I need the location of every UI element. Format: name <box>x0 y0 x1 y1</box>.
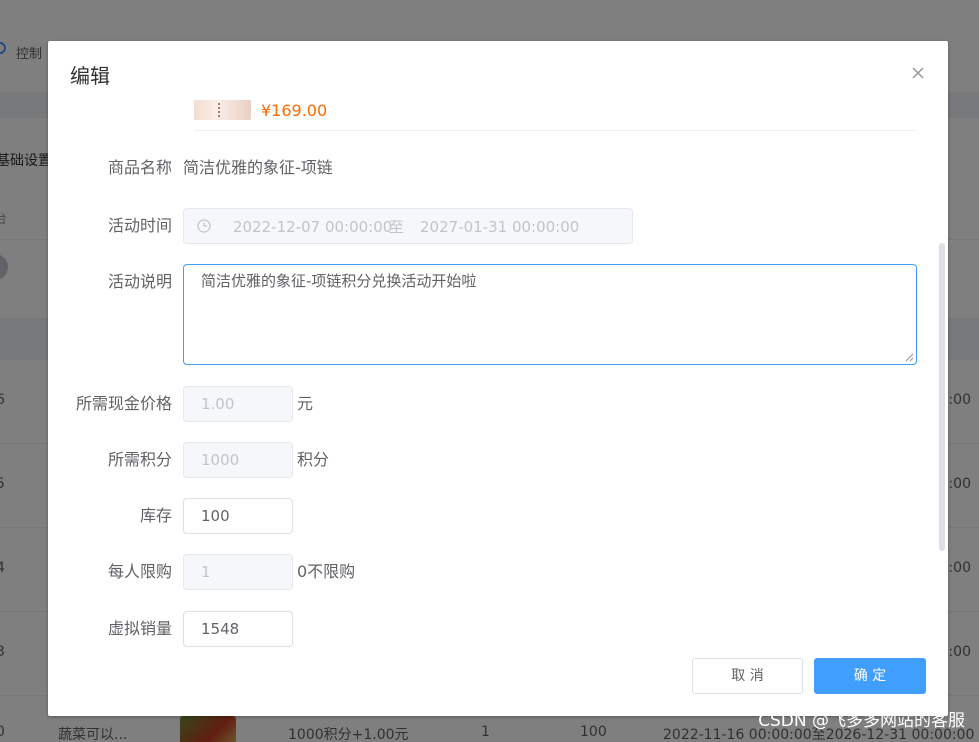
product-name-label: 商品名称 <box>107 158 172 177</box>
points-label: 所需积分 <box>107 450 172 469</box>
clock-icon <box>197 219 211 233</box>
product-name-value: 简洁优雅的象征-项链 <box>183 158 333 177</box>
points-unit: 积分 <box>297 450 330 469</box>
end-time-input[interactable]: 2027-01-31 00:00:00 <box>420 217 579 237</box>
cancel-button[interactable]: 取 消 <box>692 658 803 694</box>
cash-price-unit: 元 <box>297 394 314 413</box>
confirm-button[interactable]: 确 定 <box>814 658 926 694</box>
points-input[interactable]: 1000 <box>183 442 293 478</box>
edit-dialog: 编辑 ¥169.00 商品名称 简洁优雅的象征-项链 活动时间 2022-12-… <box>48 41 948 716</box>
divider <box>194 130 917 131</box>
close-icon[interactable] <box>910 65 926 81</box>
virtual-sales-label: 虚拟销量 <box>107 619 172 638</box>
activity-description-text: 简洁优雅的象征-项链积分兑换活动开始啦 <box>201 272 477 290</box>
dialog-scrollbar[interactable] <box>939 243 945 551</box>
activity-description-textarea[interactable]: 简洁优雅的象征-项链积分兑换活动开始啦 <box>183 264 917 365</box>
virtual-sales-input[interactable]: 1548 <box>183 611 293 647</box>
purchase-limit-label: 每人限购 <box>107 562 172 581</box>
cash-price-input[interactable]: 1.00 <box>183 386 293 422</box>
resize-handle-icon[interactable] <box>904 352 914 362</box>
purchase-limit-input[interactable]: 1 <box>183 554 293 590</box>
activity-time-label: 活动时间 <box>107 216 172 235</box>
activity-time-range-picker[interactable]: 2022-12-07 00:00:00 至 2027-01-31 00:00:0… <box>183 208 633 244</box>
stock-label: 库存 <box>139 506 172 525</box>
dialog-title: 编辑 <box>70 64 110 88</box>
watermark: CSDN @飞多多网站的客服 <box>758 711 965 731</box>
purchase-limit-hint: 0不限购 <box>297 562 356 581</box>
stock-input[interactable]: 100 <box>183 498 293 534</box>
start-time-input[interactable]: 2022-12-07 00:00:00 <box>233 217 392 237</box>
range-separator: 至 <box>389 218 405 236</box>
cash-price-label: 所需现金价格 <box>75 394 172 413</box>
activity-description-label: 活动说明 <box>107 272 172 291</box>
product-price: ¥169.00 <box>261 101 328 120</box>
product-image <box>194 100 251 120</box>
